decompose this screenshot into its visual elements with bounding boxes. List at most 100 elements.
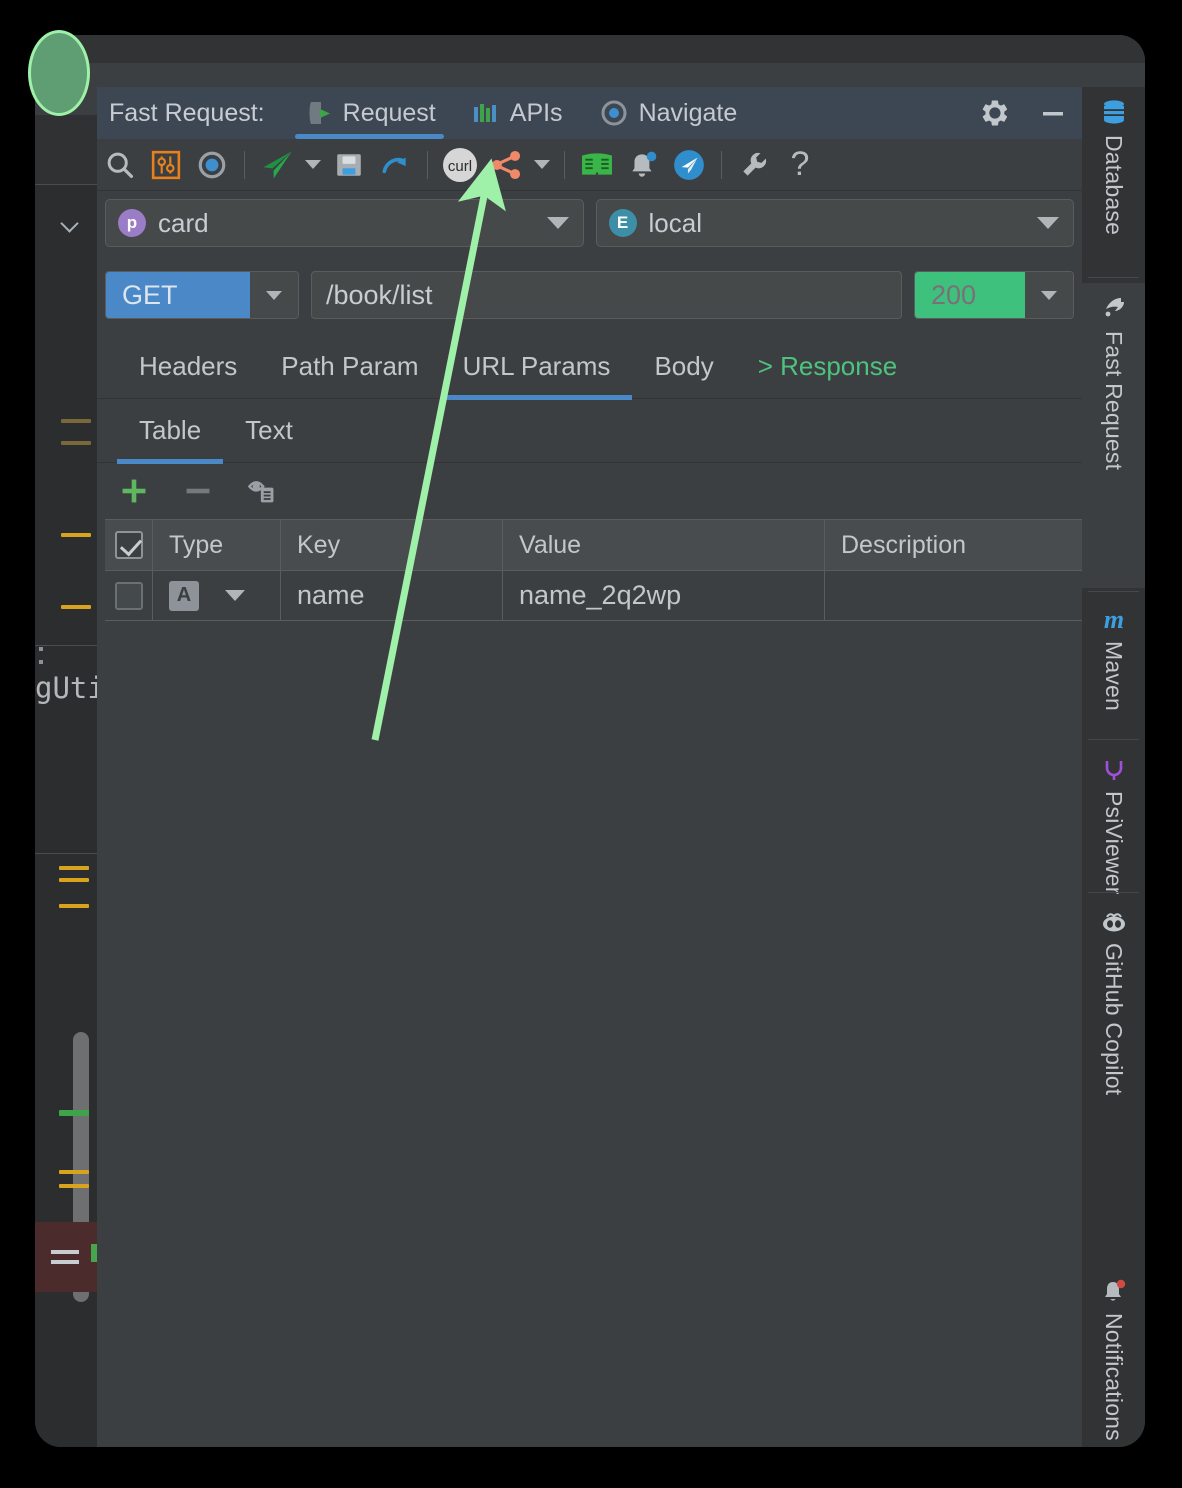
save-button[interactable] — [326, 142, 372, 188]
docs-button[interactable] — [574, 142, 620, 188]
row-value-cell[interactable]: name_2q2wp — [503, 571, 825, 620]
bell-badge-icon — [1100, 1277, 1128, 1305]
row-checkbox[interactable] — [115, 582, 143, 610]
tab-path-param[interactable]: Path Param — [259, 335, 440, 399]
tab-body[interactable]: Body — [632, 335, 735, 399]
chevron-down-icon[interactable] — [250, 272, 298, 318]
svg-text:curl: curl — [448, 158, 472, 175]
row-key-cell[interactable]: name — [281, 571, 503, 620]
help-button[interactable]: ? — [777, 142, 823, 188]
gutter-marker — [61, 441, 91, 445]
tool-button-fast-request[interactable]: Fast Request — [1082, 283, 1145, 588]
gutter-marker — [61, 419, 91, 423]
tab-response[interactable]: > Response — [736, 335, 919, 399]
params-table: Type Key Value Description A name name_2… — [105, 519, 1113, 621]
editor-left-column: gUti — [35, 63, 97, 1447]
tab-url-params[interactable]: URL Params — [441, 335, 633, 399]
send-request-button[interactable] — [254, 142, 300, 188]
chevron-down-icon — [1037, 217, 1059, 229]
environment-combo-value: local — [649, 208, 702, 239]
tab-text[interactable]: Text — [223, 399, 315, 463]
request-context-row: p card E local — [97, 191, 1082, 255]
editor-minimap-scrollbar[interactable] — [35, 853, 97, 1447]
editor-gutter-band — [35, 115, 97, 185]
select-all-checkbox[interactable] — [115, 531, 143, 559]
gutter-marker — [61, 605, 91, 609]
environment-badge-icon: E — [609, 209, 637, 237]
tab-headers[interactable]: Headers — [117, 335, 259, 399]
toolbar-separator — [564, 151, 565, 179]
column-header-value[interactable]: Value — [503, 520, 825, 570]
tool-window-header-actions — [980, 87, 1068, 139]
http-method-select[interactable]: GET — [105, 271, 299, 319]
project-combo[interactable]: p card — [105, 199, 584, 247]
notifications-button[interactable] — [620, 142, 666, 188]
redo-button[interactable] — [372, 142, 418, 188]
tool-button-psiviewer-label: PsiViewer — [1100, 791, 1127, 895]
tool-button-notifications-label: Notifications — [1100, 1313, 1127, 1441]
remove-row-button[interactable] — [175, 468, 221, 514]
maven-m-icon: m — [1099, 607, 1129, 633]
tools-button[interactable] — [731, 142, 777, 188]
row-description-cell[interactable] — [825, 571, 1105, 620]
minimize-button[interactable] — [1038, 98, 1068, 128]
search-button[interactable] — [97, 142, 143, 188]
help-button-label: ? — [791, 145, 810, 184]
plugin-button[interactable] — [666, 142, 712, 188]
tab-apis[interactable]: APIs — [454, 87, 581, 139]
minimap-marker — [59, 1170, 89, 1174]
row-type-cell[interactable]: A — [153, 571, 281, 620]
column-header-description[interactable]: Description — [825, 520, 1105, 570]
url-input[interactable]: /book/list — [311, 271, 902, 319]
screenshot-root: gUti Fast Request: — [0, 0, 1182, 1488]
tab-request[interactable]: Request — [285, 87, 454, 139]
psiviewer-icon — [1100, 755, 1128, 783]
filter-settings-button[interactable] — [143, 142, 189, 188]
minimap-marker — [59, 1184, 89, 1188]
row-checkbox-cell[interactable] — [105, 571, 153, 620]
status-code-select[interactable]: 200 — [914, 271, 1074, 319]
toolbar-separator — [721, 151, 722, 179]
column-header-type[interactable]: Type — [153, 520, 281, 570]
tab-navigate[interactable]: Navigate — [581, 87, 756, 139]
minimap-equals-icon — [51, 1260, 79, 1264]
tool-button-notifications[interactable]: Notifications — [1082, 1267, 1145, 1441]
fast-request-icon — [1099, 293, 1129, 323]
tool-button-github-copilot[interactable]: GitHub Copilot — [1082, 899, 1145, 1095]
database-icon — [1099, 97, 1129, 127]
environment-combo[interactable]: E local — [596, 199, 1075, 247]
table-row[interactable]: A name name_2q2wp — [105, 571, 1113, 621]
tool-button-psiviewer[interactable]: PsiViewer — [1082, 745, 1145, 895]
record-button[interactable] — [189, 142, 235, 188]
params-view-tabs: Table Text — [97, 399, 1082, 463]
copy-from-clipboard-button[interactable] — [239, 468, 285, 514]
tab-apis-label: APIs — [510, 99, 563, 128]
fast-request-tool-window: Fast Request: Request — [97, 87, 1082, 1447]
share-dropdown-button[interactable] — [529, 142, 555, 188]
toolbar-separator — [244, 151, 245, 179]
tool-strip-separator — [1088, 739, 1139, 740]
chevron-down-icon[interactable] — [1025, 272, 1073, 318]
tab-table[interactable]: Table — [117, 399, 223, 463]
select-all-checkbox-cell[interactable] — [105, 520, 153, 570]
tool-button-maven[interactable]: m Maven — [1082, 597, 1145, 711]
cursor-highlight-blob — [28, 30, 90, 116]
column-header-key[interactable]: Key — [281, 520, 503, 570]
minimap-error-band — [35, 1222, 97, 1292]
chevron-down-icon[interactable] — [61, 213, 81, 233]
gear-icon[interactable] — [980, 98, 1010, 128]
minimap-marker-green — [59, 1110, 89, 1116]
http-method-value: GET — [106, 272, 250, 318]
tool-button-database[interactable]: Database — [1082, 87, 1145, 235]
add-row-button[interactable] — [111, 468, 157, 514]
editor-code-text: gUti — [35, 671, 105, 705]
request-url-row: GET /book/list 200 — [97, 263, 1082, 327]
tab-request-label: Request — [343, 99, 436, 128]
params-table-empty-area — [97, 621, 1082, 1447]
curl-button[interactable]: curl — [437, 142, 483, 188]
share-button[interactable] — [483, 142, 529, 188]
chevron-down-icon[interactable] — [225, 590, 245, 601]
editor-code-fragment: gUti — [35, 645, 97, 885]
request-toolbar: curl — [97, 139, 1082, 191]
send-dropdown-button[interactable] — [300, 142, 326, 188]
